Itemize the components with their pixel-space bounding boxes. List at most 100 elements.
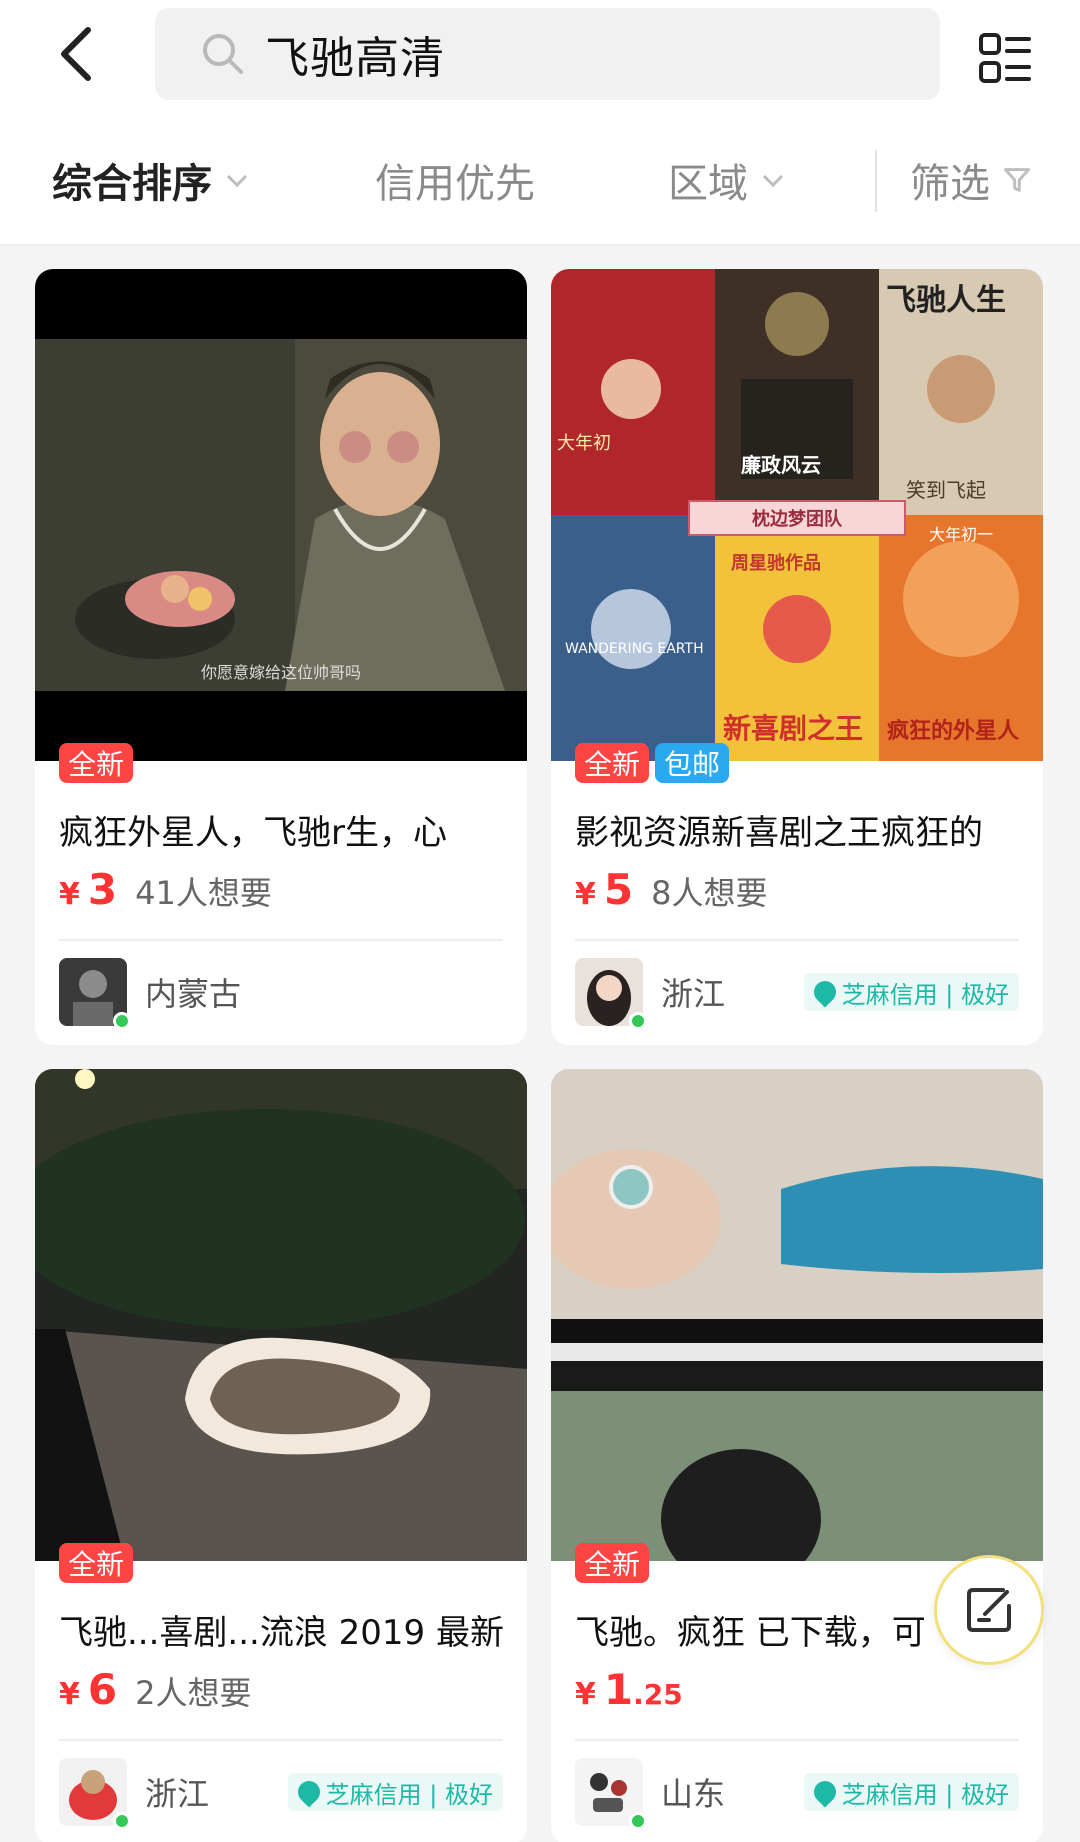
divider [575, 1739, 1019, 1741]
poster-text: 新喜剧之王 [723, 712, 864, 745]
tag-group: 全新 [575, 1543, 650, 1583]
banner-text: 枕边梦团队 [752, 509, 842, 530]
car-mirror-photo [35, 1069, 527, 1561]
filter-bar: 综合排序 信用优先 区域 筛选 [0, 112, 1080, 246]
product-image: 你愿意嫁给这位帅哥吗 [35, 269, 527, 761]
price-value: 6 [87, 1665, 118, 1714]
divider [575, 939, 1019, 941]
post-item-button[interactable] [934, 1555, 1044, 1665]
price-value: 1 [603, 1665, 634, 1714]
price-value: 3 [87, 865, 118, 914]
online-indicator [629, 1812, 647, 1830]
tag-new: 全新 [575, 743, 650, 783]
video-caption: 你愿意嫁给这位帅哥吗 [200, 663, 361, 682]
divider [59, 939, 503, 941]
filter-region[interactable]: 区域 [668, 152, 786, 208]
video-still-image [35, 269, 527, 761]
tag-group: 全新 [59, 1543, 134, 1583]
seller-row[interactable]: 浙江 芝麻信用 | 极好 [575, 957, 1019, 1030]
currency-symbol: ¥ [59, 877, 80, 912]
divider [59, 1739, 503, 1741]
layout-toggle-button[interactable] [968, 22, 1042, 96]
product-image: 大年初 廉政风云 飞驰人生 笑到飞起 枕边梦团队 WANDERING EARTH… [551, 269, 1043, 761]
poster-text: WANDERING EARTH [565, 641, 704, 657]
chevron-down-icon [762, 174, 784, 188]
tag-new: 全新 [59, 1543, 134, 1583]
price-row: ¥ 6 2人想要 [59, 1665, 251, 1725]
want-count: 8人想要 [651, 874, 768, 912]
search-input[interactable]: 飞驰高清 [155, 8, 940, 100]
currency-symbol: ¥ [575, 1677, 596, 1712]
product-card[interactable]: 全新 飞驰。疯狂 已下载，可 ¥ 1 .25 山东 芝麻信用 | 极好 [551, 1069, 1043, 1842]
product-card[interactable]: 你愿意嫁给这位帅哥吗 全新 疯狂外星人，飞驰r生，心 ¥ 3 41人想要 内蒙古 [35, 269, 527, 1045]
seller-row[interactable]: 浙江 芝麻信用 | 极好 [59, 1757, 503, 1830]
filter-credit-label: 信用优先 [375, 161, 535, 207]
credit-text: 芝麻信用 | 极好 [325, 1780, 493, 1809]
product-image [551, 1069, 1043, 1561]
price-row: ¥ 3 41人想要 [59, 865, 272, 925]
avatar[interactable] [59, 958, 131, 1030]
seller-region: 山东 [661, 1775, 726, 1813]
tag-new: 全新 [575, 1543, 650, 1583]
funnel-icon [1004, 168, 1030, 192]
price-value: 5 [603, 865, 634, 914]
tag-group: 全新 包邮 [575, 743, 730, 783]
sesame-credit-icon [809, 1776, 841, 1808]
poster-text: 笑到飞起 [906, 478, 986, 502]
currency-symbol: ¥ [59, 1677, 80, 1712]
back-arrow-icon [61, 27, 91, 81]
filter-screen[interactable]: 筛选 [910, 152, 1032, 208]
sesame-credit-icon [809, 976, 841, 1008]
online-indicator [629, 1012, 647, 1030]
seller-region: 内蒙古 [145, 975, 242, 1013]
credit-text: 芝麻信用 | 极好 [841, 1780, 1009, 1809]
top-bar: 飞驰高清 [0, 0, 1080, 112]
currency-symbol: ¥ [575, 877, 596, 912]
product-title: 飞驰...喜剧...流浪 2019 最新 [59, 1613, 503, 1653]
back-button[interactable] [40, 18, 112, 90]
search-query: 飞驰高清 [265, 33, 445, 84]
edit-icon [967, 1588, 1011, 1632]
credit-badge: 芝麻信用 | 极好 [803, 1773, 1019, 1811]
product-title: 疯狂外星人，飞驰r生，心 [59, 813, 447, 853]
seller-region: 浙江 [661, 975, 726, 1013]
seller-region: 浙江 [145, 1775, 210, 1813]
filter-sort-label: 综合排序 [52, 161, 212, 207]
avatar[interactable] [59, 1758, 131, 1830]
tag-free-shipping: 包邮 [655, 743, 730, 783]
price-row: ¥ 5 8人想要 [575, 865, 767, 925]
screen-photo [551, 1069, 1043, 1561]
product-title: 影视资源新喜剧之王疯狂的 [575, 813, 983, 853]
price-row: ¥ 1 .25 [575, 1665, 701, 1725]
product-image [35, 1069, 527, 1561]
search-icon [203, 34, 243, 74]
seller-row[interactable]: 山东 芝麻信用 | 极好 [575, 1757, 1019, 1830]
poster-text: 廉政风云 [741, 453, 821, 477]
product-card[interactable]: 全新 飞驰...喜剧...流浪 2019 最新 ¥ 6 2人想要 浙江 芝麻信用… [35, 1069, 527, 1842]
credit-badge: 芝麻信用 | 极好 [803, 973, 1019, 1011]
filter-sort[interactable]: 综合排序 [52, 152, 250, 208]
online-indicator [113, 1812, 131, 1830]
poster-text: 大年初 [557, 433, 611, 454]
poster-text: 飞驰人生 [886, 283, 1006, 318]
online-indicator [113, 1012, 131, 1030]
product-card[interactable]: 大年初 廉政风云 飞驰人生 笑到飞起 枕边梦团队 WANDERING EARTH… [551, 269, 1043, 1045]
poster-text: 疯狂的外星人 [887, 719, 1020, 744]
seller-row[interactable]: 内蒙古 [59, 957, 503, 1030]
tag-group: 全新 [59, 743, 134, 783]
avatar[interactable] [575, 1758, 647, 1830]
want-count: 2人想要 [135, 1674, 252, 1712]
price-decimal: .25 [633, 1678, 683, 1711]
tag-new: 全新 [59, 743, 134, 783]
filter-divider [875, 150, 877, 212]
chevron-down-icon [226, 174, 248, 188]
poster-text: 周星驰作品 [731, 553, 821, 574]
want-count: 41人想要 [135, 874, 272, 912]
credit-text: 芝麻信用 | 极好 [841, 980, 1009, 1009]
list-layout-icon [979, 33, 1031, 83]
sesame-credit-icon [293, 1776, 325, 1808]
credit-badge: 芝麻信用 | 极好 [287, 1773, 503, 1811]
filter-credit[interactable]: 信用优先 [375, 152, 535, 208]
poster-text: 大年初一 [929, 525, 994, 544]
avatar[interactable] [575, 958, 647, 1030]
